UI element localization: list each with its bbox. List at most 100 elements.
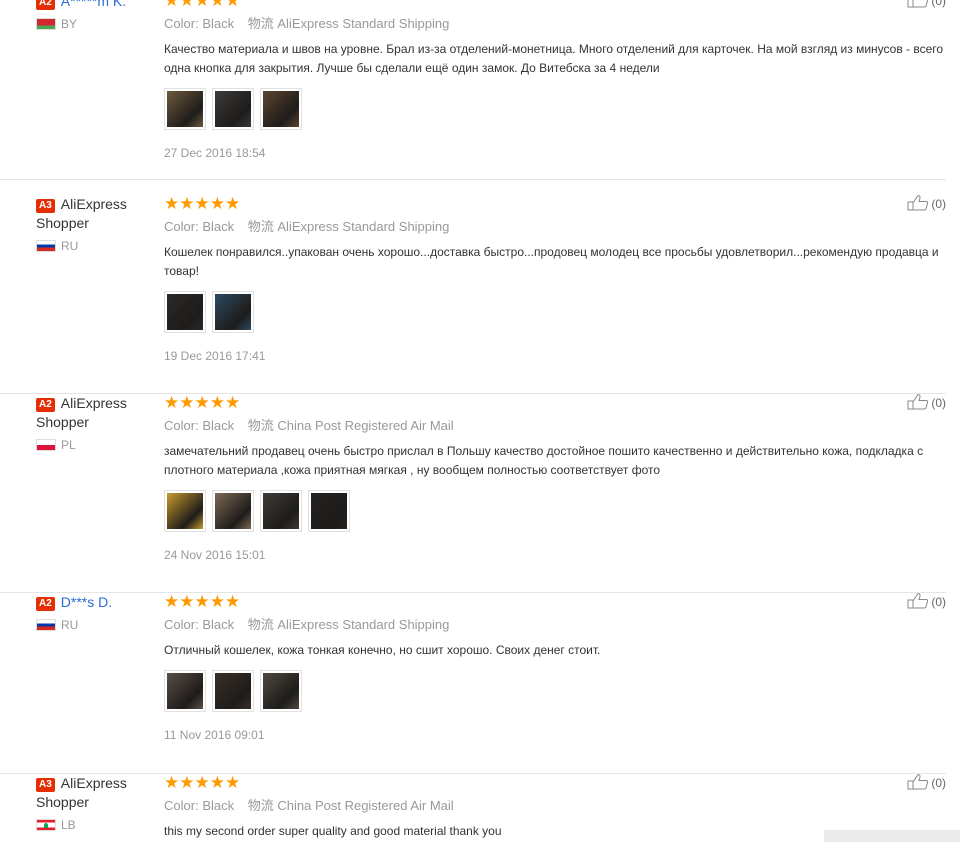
review-item: A2 A*****m K. BY ★★★★★ Color: Black 物流 Al… [0,0,946,180]
star-icon: ★ [179,592,195,611]
helpful-button[interactable]: (0) [907,774,946,790]
star-icon: ★ [209,194,225,213]
review-text: Отличный кошелек, кожа тонкая конечно, н… [164,643,601,657]
color-label: Color: [164,798,199,813]
star-icon: ★ [225,773,241,792]
reviewer-country: RU [36,618,156,632]
star-icon: ★ [194,773,210,792]
color-value: Black [202,16,235,31]
country-flag-icon [36,240,56,252]
helpful-button[interactable]: (0) [907,0,946,8]
helpful-button[interactable]: (0) [907,593,946,609]
star-icon: ★ [164,773,180,792]
review-photo-thumbnail[interactable] [308,490,350,532]
color-label: Color: [164,219,199,234]
scroll-overlay [824,830,960,842]
country-code: RU [61,239,79,253]
review-photo-thumbnail[interactable] [212,670,254,712]
order-info: Color: Black 物流 China Post Registered Ai… [164,417,944,435]
shipping-value: AliExpress Standard Shipping [277,16,450,31]
helpful-button[interactable]: (0) [907,195,946,211]
order-info: Color: Black 物流 China Post Registered Ai… [164,797,944,815]
reviewer-name[interactable]: A*****m K. [61,0,126,9]
star-icon: ★ [179,194,195,213]
review-photo-thumbnail[interactable] [212,88,254,130]
shipping-label: 物流 [247,418,274,433]
country-code: LB [61,818,76,832]
color-value: Black [202,617,235,632]
thumbs-up-icon [907,774,929,790]
shipping-label: 物流 [247,617,274,632]
star-icon: ★ [194,194,210,213]
review-item: A2 D***s D. RU ★★★★★ Color: Black 物流 AliE… [0,593,946,774]
shipping-value: China Post Registered Air Mail [277,418,454,433]
order-info: Color: Black 物流 AliExpress Standard Ship… [164,218,944,236]
shipping-value: China Post Registered Air Mail [277,798,454,813]
star-icon: ★ [225,194,241,213]
review-photo-thumbnail[interactable] [164,88,206,130]
review-date: 27 Dec 2016 18:54 [164,146,266,160]
star-rating: ★★★★★ [164,593,944,611]
review-text: Кошелек понравился..упакован очень хорош… [164,245,939,278]
star-icon: ★ [164,592,180,611]
review-photo-thumbnail[interactable] [260,490,302,532]
helpful-count: (0) [931,0,946,8]
buyer-level-badge: A3 [36,778,55,792]
review-photos [164,88,944,130]
review-date: 24 Nov 2016 15:01 [164,548,266,562]
review-item: A2 AliExpress Shopper PL ★★★★★ Color: Bla… [0,394,946,593]
reviewer-country: PL [36,438,156,452]
star-icon: ★ [164,0,180,10]
star-icon: ★ [209,592,225,611]
country-flag-icon [36,439,56,451]
shipping-value: AliExpress Standard Shipping [277,219,450,234]
star-rating: ★★★★★ [164,195,944,213]
review-date: 11 Nov 2016 09:01 [164,728,265,742]
star-icon: ★ [225,393,241,412]
review-photo-thumbnail[interactable] [260,670,302,712]
review-photo-thumbnail[interactable] [164,291,206,333]
shipping-value: AliExpress Standard Shipping [277,617,450,632]
star-icon: ★ [209,0,225,10]
review-date: 19 Dec 2016 17:41 [164,349,266,363]
review-content: ★★★★★ Color: Black 物流 AliExpress Standar… [164,195,944,363]
color-label: Color: [164,16,199,31]
helpful-count: (0) [931,595,946,609]
buyer-level-badge: A2 [36,398,55,412]
order-info: Color: Black 物流 AliExpress Standard Ship… [164,15,944,33]
helpful-count: (0) [931,396,946,410]
star-icon: ★ [179,0,195,10]
review-photo-thumbnail[interactable] [260,88,302,130]
review-photos [164,670,944,712]
star-icon: ★ [194,393,210,412]
reviewer-info: A2 D***s D. RU [36,593,156,632]
country-flag-icon [36,619,56,631]
review-item: A3 AliExpress Shopper RU ★★★★★ Color: Bla… [0,195,946,394]
thumbs-up-icon [907,195,929,211]
review-photo-thumbnail[interactable] [212,291,254,333]
star-icon: ★ [164,194,180,213]
buyer-level-badge: A3 [36,199,55,213]
helpful-button[interactable]: (0) [907,394,946,410]
review-photo-thumbnail[interactable] [212,490,254,532]
star-rating: ★★★★★ [164,394,944,412]
reviewer-name[interactable]: D***s D. [61,594,112,610]
review-photo-thumbnail[interactable] [164,490,206,532]
review-text: замечательний продавец очень быстро прис… [164,444,924,477]
star-icon: ★ [225,592,241,611]
country-flag-icon [36,819,56,831]
order-info: Color: Black 物流 AliExpress Standard Ship… [164,616,944,634]
review-item: A3 AliExpress Shopper LB ★★★★★ Color: Bla… [0,774,946,842]
reviewer-info: A2 A*****m K. BY [36,0,156,31]
review-photo-thumbnail[interactable] [164,670,206,712]
review-content: ★★★★★ Color: Black 物流 China Post Registe… [164,394,944,562]
reviewer-country: RU [36,239,156,253]
country-code: RU [61,618,79,632]
thumbs-up-icon [907,394,929,410]
shipping-label: 物流 [247,219,274,234]
star-icon: ★ [225,0,241,10]
color-label: Color: [164,617,199,632]
review-content: ★★★★★ Color: Black 物流 AliExpress Standar… [164,0,944,160]
shipping-label: 物流 [247,798,274,813]
color-value: Black [202,219,235,234]
